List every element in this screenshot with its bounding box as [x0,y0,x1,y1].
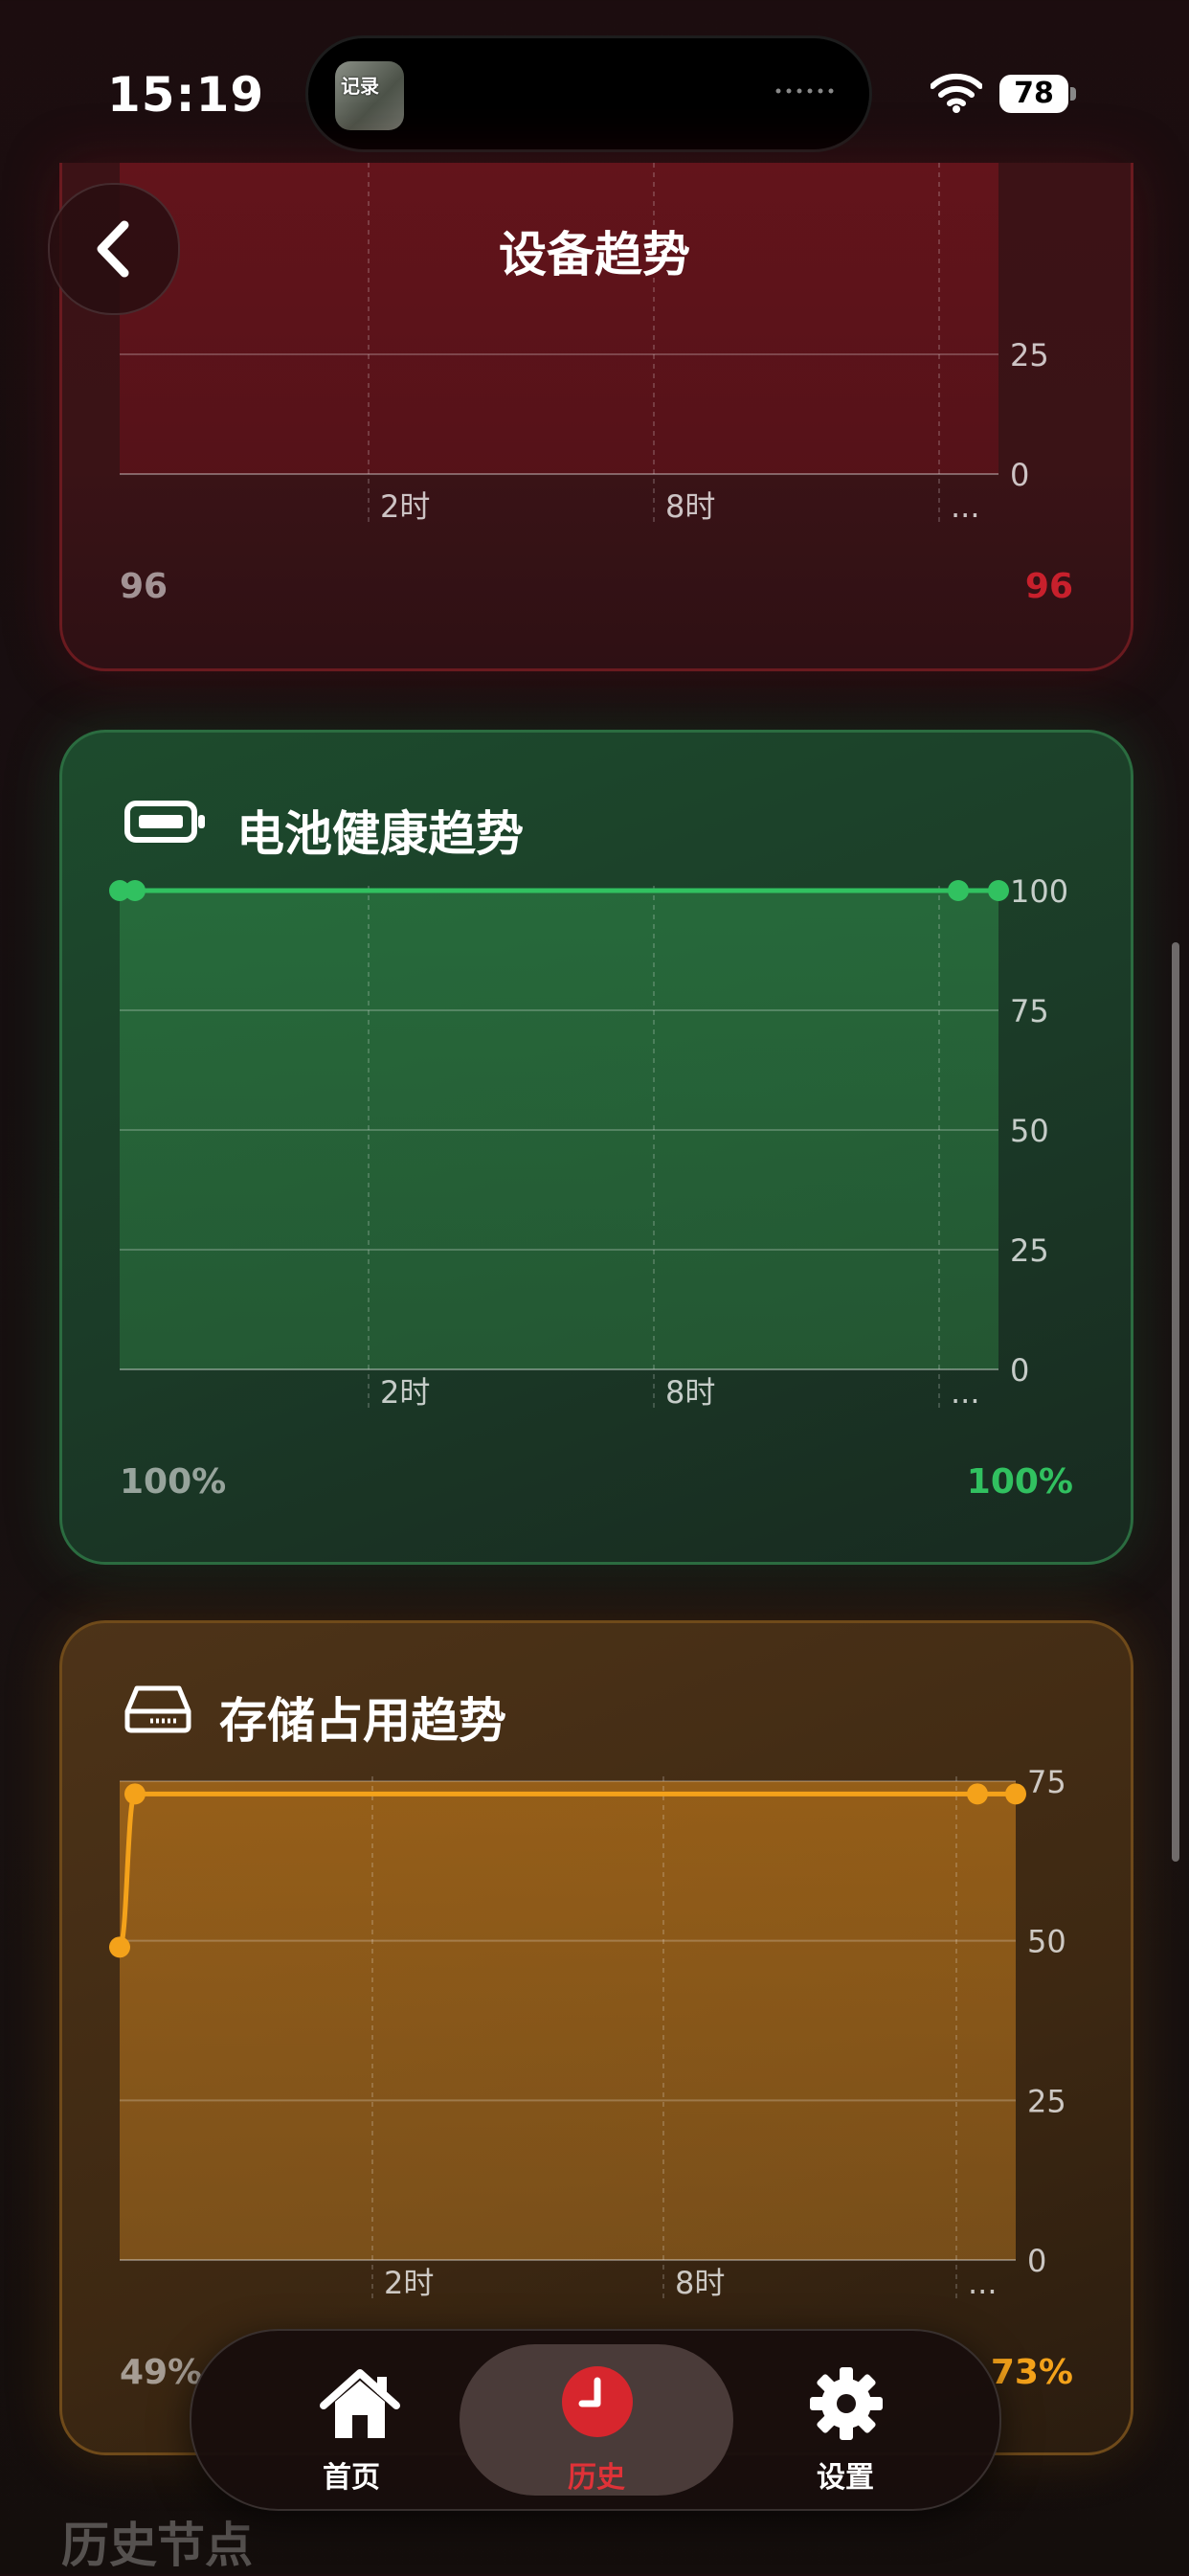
scrollbar[interactable] [1172,942,1179,1862]
x-tick-label: ... [951,488,980,525]
x-tick-label: 2时 [380,1374,430,1411]
y-tick-label: 25 [1027,2083,1066,2119]
battery-tip [1070,87,1076,101]
activity-dots-icon [775,88,834,94]
data-point [948,880,969,901]
tab-label: 历史 [568,2461,625,2495]
y-tick-label: 50 [1027,1924,1066,1960]
x-tick-label: 2时 [380,488,430,525]
first-value: 100% [120,1462,227,1502]
app-thumbnail-label: 记录 [341,75,379,98]
x-tick-label: ... [968,2265,998,2301]
tab-bar: 首页 历史 设置 [190,2329,1001,2511]
x-tick-label: 8时 [665,1374,715,1411]
y-tick-label: 0 [1010,457,1029,493]
x-tick-label: 2时 [384,2265,434,2301]
clock-icon [562,2366,633,2437]
y-tick-label: 0 [1027,2243,1046,2279]
y-tick-label: 75 [1027,1764,1066,1800]
data-point [988,880,1009,901]
latest-value: 100% [966,1462,1073,1502]
gear-icon [810,2367,883,2440]
y-tick-label: 25 [1010,337,1049,373]
x-tick-label: 8时 [665,488,715,525]
tab-settings[interactable]: 设置 [708,2344,982,2496]
first-value: 49% [120,2353,203,2392]
home-icon [320,2369,400,2438]
tab-label: 首页 [323,2461,380,2495]
battery-indicator: 78 [999,75,1068,113]
data-point [124,1783,146,1805]
wifi-icon [931,73,982,113]
y-tick-label: 0 [1010,1352,1029,1389]
first-value: 96 [120,567,168,606]
latest-value: 73% [990,2353,1073,2392]
tab-history[interactable]: 历史 [460,2344,733,2496]
tab-home[interactable]: 首页 [214,2344,488,2496]
y-tick-label: 100 [1010,873,1068,910]
battery-chart: 2时 8时 ... 0 25 50 75 100 [109,873,1068,1411]
status-time: 15:19 [107,67,265,123]
tab-label: 设置 [817,2461,874,2495]
data-point [967,1783,988,1805]
section-title: 历史节点 [61,2518,253,2573]
y-tick-label: 50 [1010,1113,1049,1149]
y-tick-label: 25 [1010,1232,1049,1269]
page-title: 设备趋势 [499,227,690,282]
data-point [124,880,146,901]
plot-area [120,1781,1016,2260]
app-thumbnail-icon[interactable]: 记录 [335,61,404,130]
data-point [1005,1783,1026,1805]
x-tick-label: 8时 [675,2265,725,2301]
latest-value: 96 [1024,567,1073,606]
battery-trend-card: 电池健康趋势 2时 8时 ... 0 25 50 75 100 100% 100% [59,730,1133,1565]
data-point [109,1936,130,1958]
y-tick-label: 75 [1010,993,1049,1029]
x-tick-label: ... [951,1374,980,1411]
